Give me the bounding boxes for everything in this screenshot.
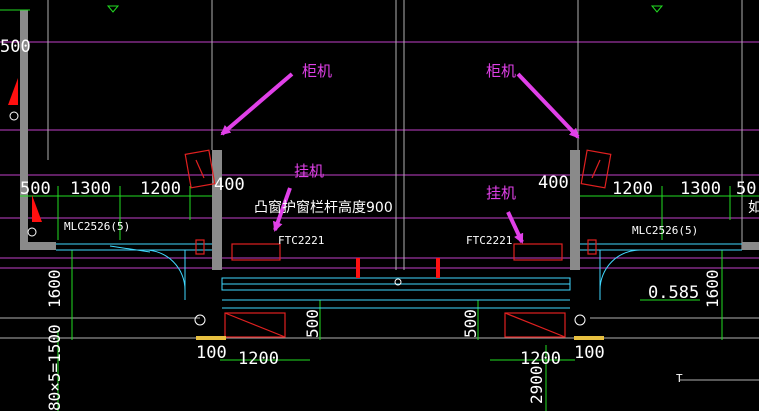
label-ftc-right: FTC2221 xyxy=(466,234,512,247)
dim-left-1300: 1300 xyxy=(70,179,111,199)
cad-drawing-canvas[interactable]: 柜机 柜机 挂机 挂机 500 500 1300 1200 400 400 12… xyxy=(0,0,759,411)
dim-bottom-100-right: 100 xyxy=(574,343,605,363)
dim-level-0585: 0.585 xyxy=(648,283,699,303)
dim-top-left-partial: 500 xyxy=(0,37,31,57)
dim-v-500-mid-left: 500 xyxy=(303,309,322,338)
annotation-wall-left: 挂机 xyxy=(294,162,324,180)
label-mlc-left: MLC2526(5) xyxy=(64,220,130,233)
label-t-mark: T xyxy=(676,372,683,385)
label-edge-char: 如 xyxy=(748,200,759,216)
annotation-arrows xyxy=(220,72,580,244)
dim-right-1300: 1300 xyxy=(680,179,721,199)
dim-bottom-2900: 2900 xyxy=(527,365,546,404)
label-ftc-left: FTC2221 xyxy=(278,234,324,247)
dim-left-500: 500 xyxy=(20,179,51,199)
windows-and-doors xyxy=(56,243,742,309)
annotation-cabinet-left: 柜机 xyxy=(302,62,332,80)
dim-v-1600-right: 1600 xyxy=(703,269,722,308)
dim-right-partial: 50 xyxy=(736,179,756,199)
annotation-wall-right: 挂机 xyxy=(486,184,516,202)
dim-left-stack-formula: 80×5=1500 xyxy=(45,324,64,411)
annotation-cabinet-right: 柜机 xyxy=(486,62,516,80)
dim-left-400: 400 xyxy=(214,175,245,195)
dim-v-1600-left: 1600 xyxy=(45,269,64,308)
dim-bottom-100-left: 100 xyxy=(196,343,227,363)
green-triangles xyxy=(106,5,664,13)
label-bay-window-note: 凸窗护窗栏杆高度900 xyxy=(254,199,393,216)
dim-left-1200: 1200 xyxy=(140,179,181,199)
dim-v-500-mid-right: 500 xyxy=(461,309,480,338)
dim-right-1200: 1200 xyxy=(612,179,653,199)
floor-plan: 柜机 柜机 挂机 挂机 500 500 1300 1200 400 400 12… xyxy=(0,0,759,411)
dim-right-400: 400 xyxy=(538,173,569,193)
label-mlc-right: MLC2526(5) xyxy=(632,224,698,237)
dim-bottom-1200-left: 1200 xyxy=(238,349,279,369)
